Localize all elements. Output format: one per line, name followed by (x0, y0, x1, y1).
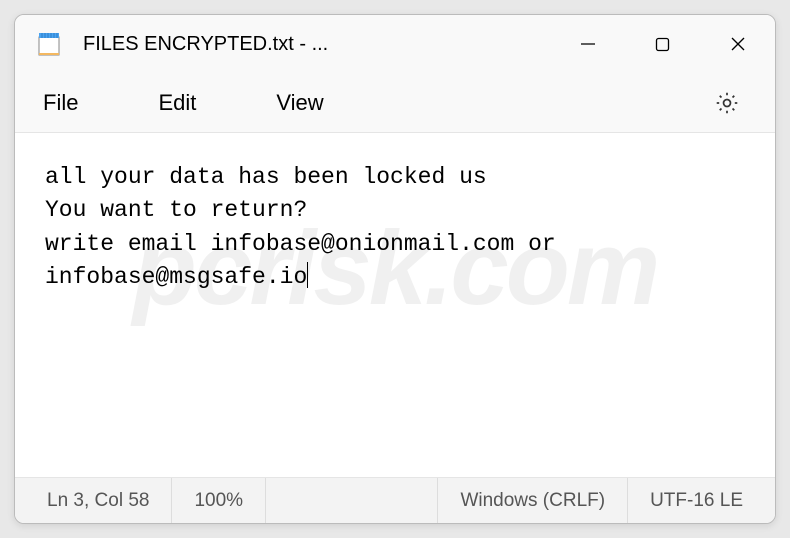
window-controls (550, 15, 775, 73)
close-icon (730, 36, 746, 52)
text-content[interactable]: all your data has been locked us You wan… (15, 133, 775, 477)
statusbar: Ln 3, Col 58 100% Windows (CRLF) UTF-16 … (15, 477, 775, 523)
maximize-icon (655, 37, 670, 52)
window-title: FILES ENCRYPTED.txt - ... (83, 33, 550, 56)
minimize-icon (580, 36, 596, 52)
menubar: File Edit View (15, 73, 775, 133)
content-line: all your data has been locked us (45, 164, 487, 190)
status-lineending[interactable]: Windows (CRLF) (438, 478, 628, 523)
text-caret (307, 262, 308, 288)
menu-edit[interactable]: Edit (158, 90, 196, 116)
gear-icon (714, 90, 740, 116)
status-zoom[interactable]: 100% (172, 478, 266, 523)
menu-view[interactable]: View (276, 90, 323, 116)
close-button[interactable] (700, 15, 775, 73)
notepad-icon (35, 30, 63, 58)
minimize-button[interactable] (550, 15, 625, 73)
maximize-button[interactable] (625, 15, 700, 73)
titlebar: FILES ENCRYPTED.txt - ... (15, 15, 775, 73)
status-encoding[interactable]: UTF-16 LE (628, 478, 765, 523)
menu-file[interactable]: File (43, 90, 78, 116)
settings-button[interactable] (707, 83, 747, 123)
status-position[interactable]: Ln 3, Col 58 (25, 478, 172, 523)
content-line: You want to return? (45, 197, 307, 223)
notepad-window: FILES ENCRYPTED.txt - ... File Edit (14, 14, 776, 524)
